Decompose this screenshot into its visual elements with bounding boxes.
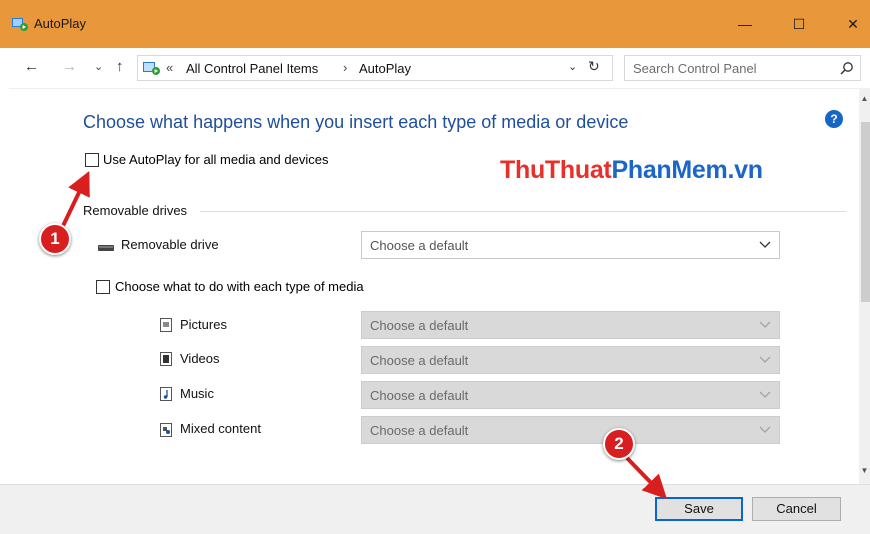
cancel-button[interactable]: Cancel (752, 497, 841, 521)
back-button[interactable]: ← (24, 58, 39, 75)
address-dropdown-icon[interactable]: ⌄ (568, 60, 577, 73)
mixed-content-select[interactable]: Choose a default (361, 416, 780, 444)
music-label: Music (180, 386, 214, 401)
maximize-button[interactable]: ☐ (776, 0, 822, 48)
mixed-content-select-value: Choose a default (370, 423, 469, 438)
breadcrumb-overflow[interactable]: « (166, 60, 173, 75)
pictures-icon (160, 318, 172, 332)
chevron-down-icon (759, 356, 771, 363)
autoplay-app-icon (12, 18, 28, 31)
music-select-value: Choose a default (370, 388, 469, 403)
annotation-badge-1: 1 (39, 223, 71, 255)
breadcrumb-control-panel[interactable]: All Control Panel Items (186, 61, 318, 76)
scroll-up-icon[interactable]: ▲ (859, 94, 870, 103)
watermark: ThuThuatPhanMem.vn (500, 156, 763, 185)
media-type-checkbox-label[interactable]: Choose what to do with each type of medi… (115, 279, 364, 294)
use-autoplay-checkbox[interactable] (85, 153, 99, 167)
pictures-select-value: Choose a default (370, 318, 469, 333)
close-icon: ✕ (847, 15, 859, 32)
breadcrumb-autoplay[interactable]: AutoPlay (359, 61, 411, 76)
help-icon[interactable]: ? (825, 110, 843, 128)
page-heading: Choose what happens when you insert each… (83, 112, 629, 132)
removable-drive-label: Removable drive (121, 237, 219, 252)
scroll-down-icon[interactable]: ▼ (859, 466, 870, 475)
search-input[interactable]: Search Control Panel (633, 61, 757, 76)
videos-select-value: Choose a default (370, 353, 469, 368)
pictures-label: Pictures (180, 317, 227, 332)
scroll-thumb[interactable] (861, 122, 870, 302)
title-bar: AutoPlay — ☐ ✕ (0, 0, 870, 48)
control-panel-icon (143, 62, 160, 75)
pictures-select[interactable]: Choose a default (361, 311, 780, 339)
removable-drive-icon (98, 245, 114, 251)
videos-label: Videos (180, 351, 220, 366)
mixed-content-icon (160, 423, 172, 437)
removable-drive-select-value: Choose a default (370, 238, 469, 253)
use-autoplay-label[interactable]: Use AutoPlay for all media and devices (103, 152, 328, 167)
removable-drives-group-label: Removable drives (83, 203, 188, 218)
search-icon[interactable] (840, 61, 854, 75)
vertical-scrollbar[interactable]: ▲ ▼ (859, 88, 870, 484)
watermark-part-1: ThuThuat (500, 156, 612, 184)
chevron-down-icon (759, 391, 771, 398)
address-bar[interactable]: « All Control Panel Items › AutoPlay ⌄ ↻ (137, 55, 613, 81)
window-title: AutoPlay (34, 16, 87, 31)
videos-icon (160, 352, 172, 366)
recent-locations-button[interactable]: ⌄ (94, 60, 103, 73)
maximize-icon: ☐ (792, 15, 806, 32)
removable-drive-select[interactable]: Choose a default (361, 231, 780, 259)
chevron-down-icon (759, 426, 771, 433)
mixed-content-label: Mixed content (180, 421, 261, 436)
chevron-down-icon (759, 241, 771, 248)
breadcrumb-separator[interactable]: › (343, 60, 347, 75)
music-select[interactable]: Choose a default (361, 381, 780, 409)
watermark-part-2: PhanMem.vn (611, 156, 763, 184)
media-type-checkbox[interactable] (96, 280, 110, 294)
group-divider (200, 211, 846, 212)
up-button[interactable]: ↑ (116, 58, 124, 75)
close-button[interactable]: ✕ (830, 0, 870, 48)
search-box[interactable]: Search Control Panel (624, 55, 861, 81)
music-icon (160, 387, 172, 401)
forward-button[interactable]: → (62, 58, 77, 75)
videos-select[interactable]: Choose a default (361, 346, 780, 374)
save-button[interactable]: Save (655, 497, 743, 521)
refresh-icon[interactable]: ↻ (588, 58, 600, 75)
minimize-button[interactable]: — (722, 0, 768, 48)
annotation-badge-2: 2 (603, 428, 635, 460)
minimize-icon: — (738, 16, 752, 32)
chevron-down-icon (759, 321, 771, 328)
